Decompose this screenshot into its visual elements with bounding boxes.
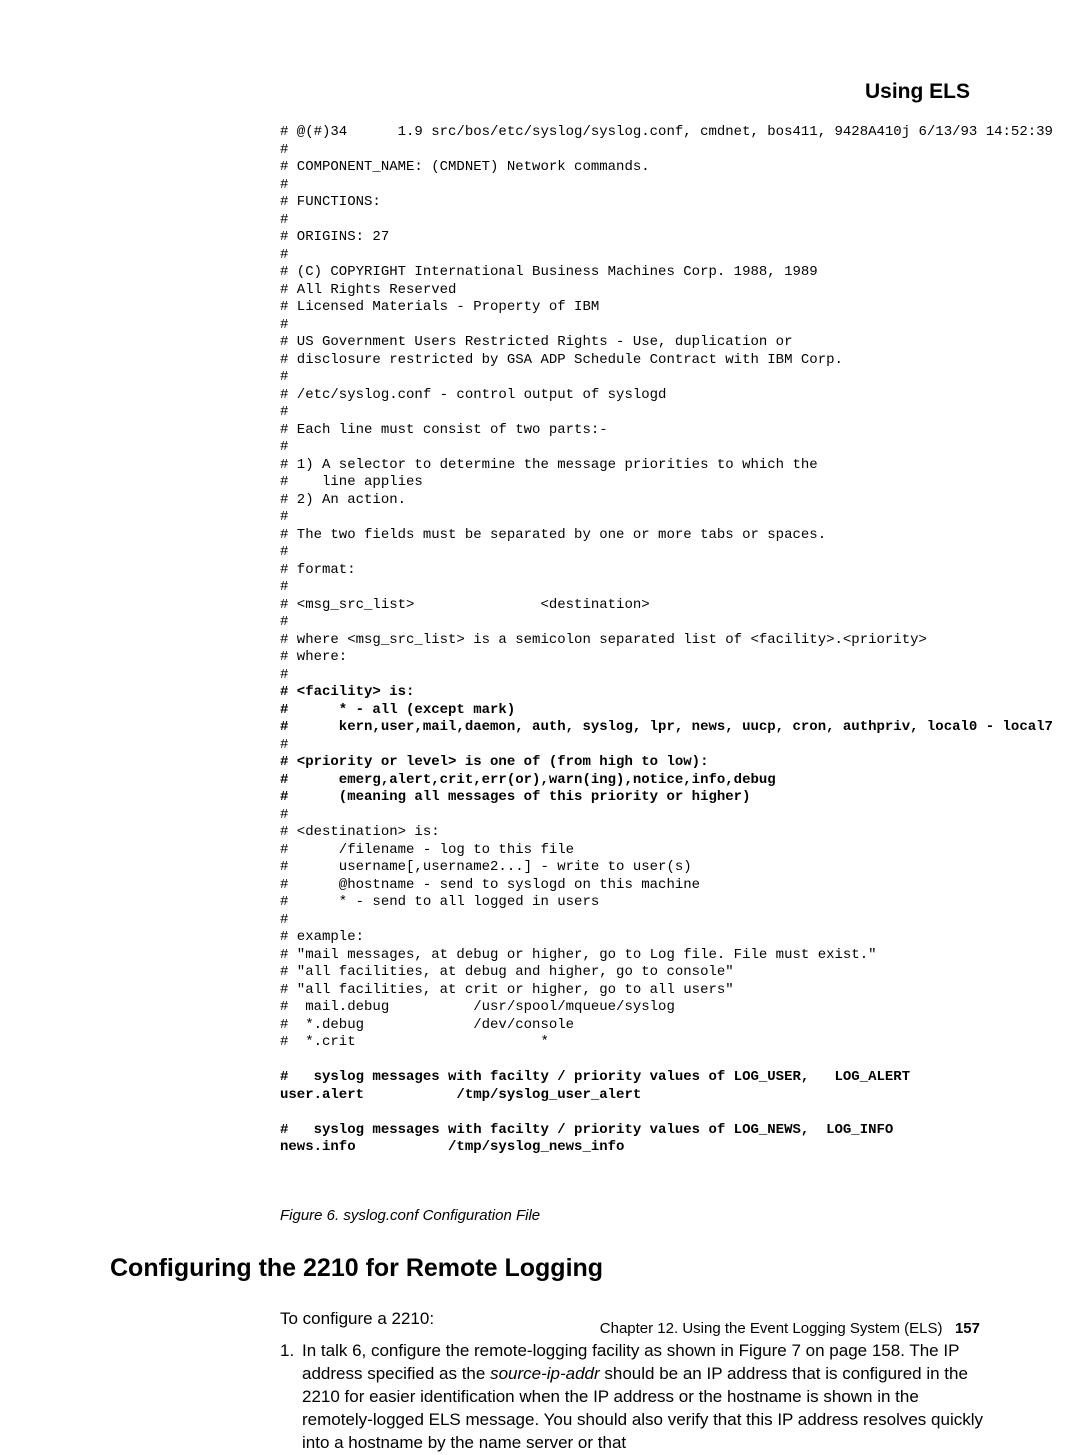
section-heading: Configuring the 2210 for Remote Logging xyxy=(110,1254,990,1283)
footer-chapter: Chapter 12. Using the Event Logging Syst… xyxy=(600,1320,943,1337)
figure-caption: Figure 6. syslog.conf Configuration File xyxy=(280,1207,990,1224)
page-number: 157 xyxy=(955,1320,980,1337)
ordered-list-item-1: 1. In talk 6, configure the remote-loggi… xyxy=(280,1340,990,1455)
code-block-1: # @(#)34 1.9 src/bos/etc/syslog/syslog.c… xyxy=(280,124,1053,683)
code-block-3: # # <destination> is: # /filename - log … xyxy=(280,807,877,1051)
page: Using ELS # @(#)34 1.9 src/bos/etc/syslo… xyxy=(0,0,1080,1397)
list-text: In talk 6, configure the remote-logging … xyxy=(302,1340,990,1455)
code-facility-bold: # <facility> is: # * - all (except mark)… xyxy=(280,684,1053,735)
source-ip-addr-italic: source-ip-addr xyxy=(490,1364,600,1383)
code-block-2: # xyxy=(280,737,288,753)
code-priority-bold: # <priority or level> is one of (from hi… xyxy=(280,754,776,805)
syslog-conf-listing: # @(#)34 1.9 src/bos/etc/syslog/syslog.c… xyxy=(280,124,990,1157)
list-number: 1. xyxy=(280,1340,302,1455)
page-footer: Chapter 12. Using the Event Logging Syst… xyxy=(600,1320,980,1337)
running-head: Using ELS xyxy=(110,80,990,104)
code-examples-bold: # syslog messages with facilty / priorit… xyxy=(280,1069,910,1155)
